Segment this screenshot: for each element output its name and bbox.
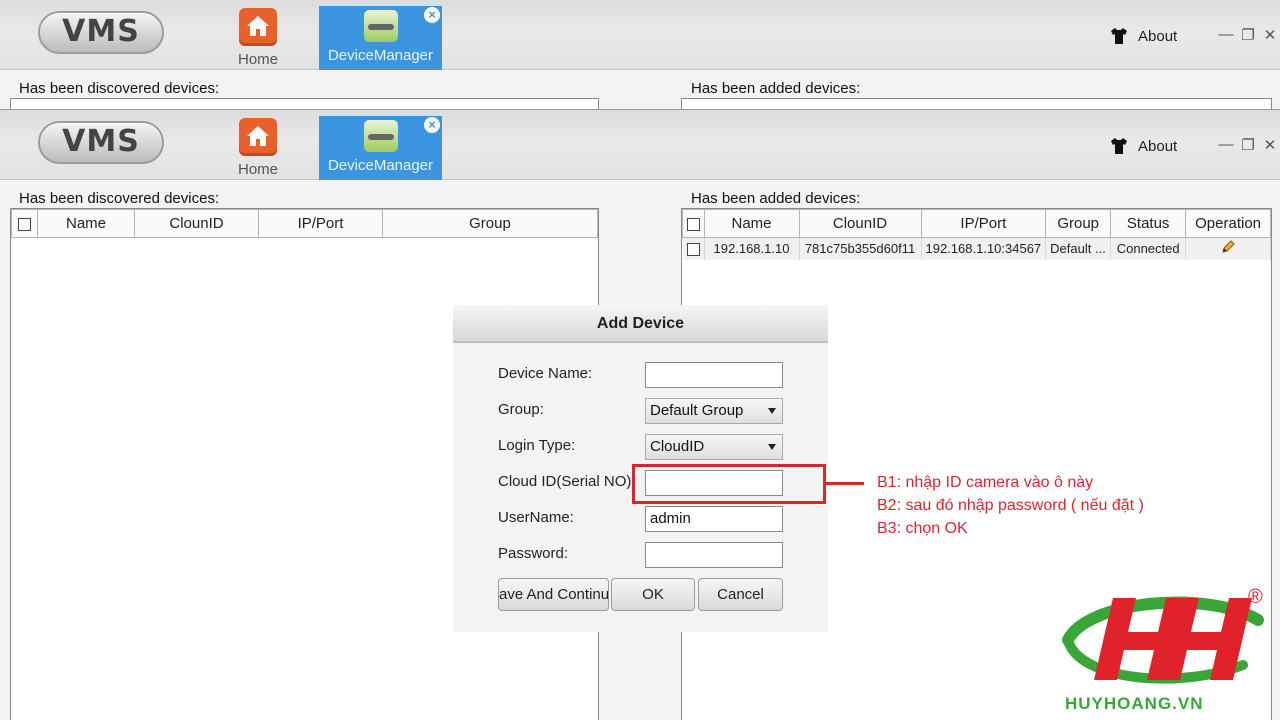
- col-operation[interactable]: Operation: [1185, 209, 1271, 238]
- ok-button[interactable]: OK: [611, 578, 695, 611]
- col-group[interactable]: Group: [382, 209, 598, 238]
- shirt-icon: [1111, 138, 1127, 154]
- username-input[interactable]: admin: [645, 506, 783, 532]
- top-bar: VMS Home DeviceManager × About — ❐ ✕: [0, 0, 1280, 70]
- about-button[interactable]: About: [1110, 26, 1177, 46]
- watermark-text: HUYHOANG.VN: [1065, 694, 1204, 713]
- col-name[interactable]: Name: [703, 209, 800, 238]
- vms-logo: VMS: [38, 11, 164, 54]
- tab-home[interactable]: Home: [226, 116, 290, 178]
- annotation-step-1: B1: nhập ID camera vào ô này: [877, 474, 1094, 491]
- tab-device-manager-label: DeviceManager: [327, 47, 434, 64]
- device-name-row: Device Name:: [498, 362, 788, 388]
- discovered-header-row: Name ClounID IP/Port Group: [11, 209, 598, 238]
- group-label: Group:: [498, 401, 544, 418]
- col-ipport[interactable]: IP/Port: [920, 209, 1047, 238]
- save-and-continue-button[interactable]: ave And Continu: [498, 578, 609, 611]
- col-group[interactable]: Group: [1045, 209, 1112, 238]
- cloud-id-label: Cloud ID(Serial NO): [498, 473, 632, 490]
- shirt-icon: [1111, 28, 1127, 44]
- col-status[interactable]: Status: [1110, 209, 1187, 238]
- discovered-label: Has been discovered devices:: [19, 190, 220, 207]
- home-icon: [239, 118, 277, 156]
- checkbox[interactable]: [18, 217, 31, 231]
- password-label: Password:: [498, 545, 569, 562]
- device-name-label: Device Name:: [498, 365, 593, 382]
- cell-operation: [1185, 237, 1271, 260]
- tab-device-manager[interactable]: DeviceManager ×: [319, 6, 442, 70]
- background-window: VMS Home DeviceManager × About — ❐ ✕ Has…: [0, 0, 1280, 110]
- chevron-down-icon: [768, 444, 776, 450]
- cell-cloudid: 781c75b355d60f11: [799, 237, 922, 260]
- minimize-icon[interactable]: —: [1218, 26, 1234, 44]
- cancel-button[interactable]: Cancel: [698, 578, 783, 611]
- cell-ipport: 192.168.1.10:34567: [921, 237, 1047, 260]
- close-icon[interactable]: ✕: [1262, 26, 1278, 44]
- cell-name: 192.168.1.10: [704, 237, 800, 260]
- login-type-select[interactable]: CloudID: [645, 434, 783, 460]
- discovered-label: Has been discovered devices:: [19, 80, 220, 97]
- added-label: Has been added devices:: [691, 80, 861, 97]
- vms-logo: VMS: [38, 121, 164, 164]
- login-type-select-value: CloudID: [650, 438, 705, 455]
- vms-screenshot: VMS Home DeviceManager × About — ❐ ✕ Has…: [0, 0, 1280, 720]
- restore-icon[interactable]: ❐: [1240, 136, 1256, 154]
- select-all-checkbox-cell[interactable]: [11, 209, 38, 238]
- dialog-title: Add Device: [453, 305, 828, 343]
- password-row: Password:: [498, 542, 788, 568]
- about-label: About: [1138, 137, 1178, 155]
- username-row: UserName: admin: [498, 506, 788, 532]
- cell-group: Default ...: [1045, 237, 1112, 260]
- col-ipport[interactable]: IP/Port: [258, 209, 383, 238]
- device-manager-icon: [363, 10, 398, 42]
- close-icon[interactable]: ✕: [1262, 136, 1278, 154]
- about-label: About: [1138, 27, 1178, 45]
- select-all-checkbox-cell[interactable]: [682, 209, 705, 238]
- tab-home-label: Home: [237, 161, 278, 178]
- tab-close-icon[interactable]: ×: [424, 7, 440, 23]
- minimize-icon[interactable]: —: [1218, 136, 1234, 154]
- tab-home-label: Home: [237, 51, 278, 68]
- tab-close-icon[interactable]: ×: [424, 117, 440, 133]
- annotation-step-3: B3: chọn OK: [877, 520, 968, 537]
- login-type-row: Login Type: CloudID: [498, 434, 788, 460]
- about-button[interactable]: About: [1110, 136, 1177, 156]
- device-name-input[interactable]: [645, 362, 783, 388]
- tab-home[interactable]: Home: [226, 6, 290, 68]
- tab-device-manager[interactable]: DeviceManager ×: [319, 116, 442, 180]
- top-bar: VMS Home DeviceManager × About — ❐ ✕: [0, 110, 1280, 180]
- annotation-pointer-line: [826, 482, 864, 485]
- cell-status: Connected: [1110, 237, 1187, 260]
- col-cloudid[interactable]: ClounID: [134, 209, 259, 238]
- restore-icon[interactable]: ❐: [1240, 26, 1256, 44]
- table-row[interactable]: 192.168.1.10 781c75b355d60f11 192.168.1.…: [682, 237, 1271, 260]
- username-label: UserName:: [498, 509, 574, 526]
- added-label: Has been added devices:: [691, 190, 861, 207]
- password-input[interactable]: [645, 542, 783, 568]
- checkbox[interactable]: [686, 243, 700, 257]
- tab-device-manager-label: DeviceManager: [327, 157, 434, 174]
- checkbox[interactable]: [686, 217, 700, 231]
- chevron-down-icon: [768, 408, 776, 414]
- window-controls: — ❐ ✕: [1218, 136, 1278, 154]
- group-select-value: Default Group: [650, 402, 744, 419]
- col-name[interactable]: Name: [37, 209, 135, 238]
- pencil-icon[interactable]: [1220, 239, 1236, 255]
- col-cloudid[interactable]: ClounID: [798, 209, 922, 238]
- group-row: Group: Default Group: [498, 398, 788, 424]
- device-manager-icon: [363, 120, 398, 152]
- row-checkbox-cell[interactable]: [682, 237, 705, 260]
- added-header-row: Name ClounID IP/Port Group Status Operat…: [682, 209, 1271, 238]
- annotation-step-2: B2: sau đó nhập password ( nếu đặt ): [877, 497, 1144, 514]
- window-controls: — ❐ ✕: [1218, 26, 1278, 44]
- group-select[interactable]: Default Group: [645, 398, 783, 424]
- home-icon: [239, 8, 277, 46]
- login-type-label: Login Type:: [498, 437, 576, 454]
- annotation-highlight-box: [632, 464, 826, 504]
- registered-mark: ®: [1248, 586, 1263, 608]
